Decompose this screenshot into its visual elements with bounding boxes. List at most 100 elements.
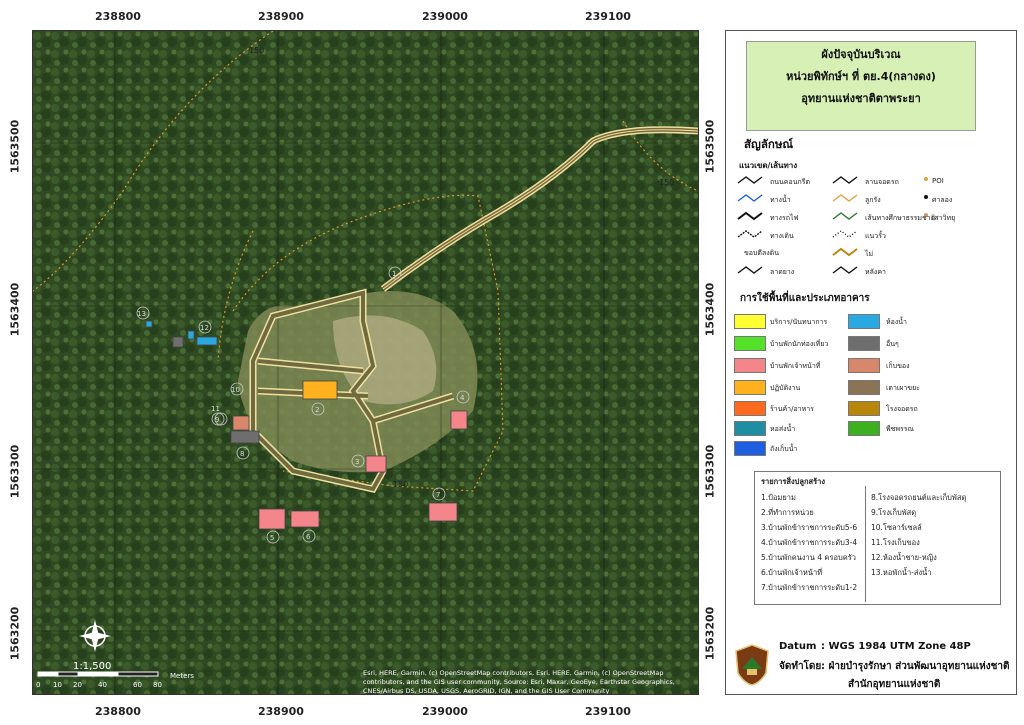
landuse-swatch	[848, 401, 880, 416]
legend-line-item: เสาวิทยุ	[932, 214, 956, 222]
building-restroom[interactable]	[187, 330, 195, 340]
building-other[interactable]	[172, 336, 184, 348]
legend-line-item: ทางรถไฟ	[770, 214, 799, 222]
building-item: 2.ที่ทำการหน่วย	[761, 508, 814, 517]
buildings-divider	[865, 486, 866, 602]
y-coord-label: 1563500	[703, 119, 717, 174]
building-item: 6.บ้านพักเจ้าหน้าที่	[761, 568, 823, 577]
legend-line-item: แนวรั้ว	[865, 232, 886, 240]
legend-panel: ผังปัจจุบันบริเวณ หน่วยพิทักษ์ฯ ที่ ตย.4…	[725, 30, 1017, 695]
made-by-value: : ฝ่ายบำรุงรักษา ส่วนพัฒนาอุทยานแห่งชาติ	[821, 661, 1010, 672]
y-coord-label: 1563500	[8, 119, 22, 174]
x-coord-label: 238800	[95, 705, 141, 718]
building-item: 9.โรงเก็บพัสดุ	[871, 508, 917, 517]
building-storage[interactable]	[232, 415, 250, 431]
x-coord-label: 239100	[585, 705, 631, 718]
marker-label: 3	[355, 458, 359, 466]
office-name: สำนักอุทยานแห่งชาติ	[848, 679, 941, 690]
landuse-swatch	[734, 380, 766, 395]
building-staff[interactable]	[290, 510, 320, 528]
marker-label: 10	[231, 386, 240, 394]
legend-line-item: ลาดยาง	[770, 268, 795, 276]
y-coord-label: 1563400	[8, 282, 22, 337]
landuse-label: อื่นๆ	[886, 340, 899, 348]
building-item: 7.บ้านพักข้าราชการระดับ1-2	[761, 583, 858, 592]
landuse-label: บ้านพักนักท่องเที่ยว	[770, 340, 829, 348]
building-office[interactable]	[302, 380, 338, 400]
marker-label: 13	[137, 310, 146, 318]
landuse-label: บริการ/นันทนาการ	[770, 318, 828, 326]
marker-label: 6	[306, 533, 311, 541]
building-workers[interactable]	[258, 508, 286, 530]
y-coord-label: 1563400	[703, 282, 717, 337]
building-staff-1-2[interactable]	[428, 502, 458, 522]
landuse-swatch	[848, 314, 880, 329]
marker-label: 9	[215, 416, 219, 424]
landuse-heading: การใช้พื้นที่และประเภทอาคาร	[740, 293, 870, 304]
marker-label: 5	[270, 534, 274, 542]
satellite-map[interactable]: 1 2 3 4 5 6 7 8 9 10 11 12 13 150 150 15…	[33, 31, 698, 694]
x-coord-label: 238800	[95, 10, 141, 23]
legend-line-item: ลานจอดรถ	[865, 178, 899, 186]
building-water-tank[interactable]	[145, 320, 153, 328]
y-coord-label: 1563300	[8, 444, 22, 499]
building-staff-5-6[interactable]	[365, 455, 387, 473]
building-solar[interactable]	[230, 430, 260, 444]
building-staff-3-4[interactable]	[450, 410, 468, 430]
landuse-swatch	[848, 380, 880, 395]
map-frame[interactable]: 1 2 3 4 5 6 7 8 9 10 11 12 13 150 150 15…	[32, 30, 699, 695]
x-coord-label: 239000	[422, 10, 468, 23]
x-coord-label: 238900	[258, 705, 304, 718]
map-title-line2: หน่วยพิทักษ์ฯ ที่ ตย.4(กลางดง)	[786, 70, 936, 83]
legend-line-item: POI	[932, 177, 944, 185]
legend-line-item: ขอบตีลงดิน	[744, 249, 780, 257]
building-item: 12.ห้องน้ำชาย-หญิง	[871, 553, 937, 562]
scale-unit: Meters	[170, 672, 194, 680]
contour-label: 150	[659, 178, 674, 187]
legend-heading: สัญลักษณ์	[744, 137, 794, 151]
landuse-label: ร้านค้า/อาหาร	[770, 405, 814, 413]
building-restroom[interactable]	[196, 336, 218, 346]
scale-tick: 0	[36, 681, 40, 689]
x-coord-label: 239100	[585, 10, 631, 23]
building-item: 3.บ้านพักข้าราชการระดับ5-6	[761, 523, 858, 532]
y-coord-label: 1563200	[703, 606, 717, 661]
legend-line-item: เส้นทางศึกษาธรรมชาติ	[865, 214, 936, 222]
scale-ratio: 1:1,500	[73, 661, 111, 672]
marker-label: 4	[460, 394, 465, 402]
marker-label: 2	[315, 406, 319, 414]
building-item: 4.บ้านพักข้าราชการระดับ3-4	[761, 538, 858, 547]
building-item: 1.ป้อมยาม	[761, 493, 796, 502]
x-coord-label: 239000	[422, 705, 468, 718]
landuse-swatch	[734, 401, 766, 416]
map-title-box: ผังปัจจุบันบริเวณ หน่วยพิทักษ์ฯ ที่ ตย.4…	[746, 41, 976, 131]
building-item: 8.โรงจอดรถยนต์และเก็บพัสดุ	[871, 493, 967, 502]
x-coord-label: 238900	[258, 10, 304, 23]
landuse-swatch	[848, 336, 880, 351]
scale-tick: 60	[133, 681, 142, 689]
made-by-label: จัดทำโดย	[779, 661, 822, 672]
map-title-line1: ผังปัจจุบันบริเวณ	[821, 48, 901, 61]
landuse-swatch	[734, 421, 766, 436]
landuse-label: หอส่งน้ำ	[770, 425, 796, 433]
contour-label: 150	[249, 46, 264, 55]
legend-line-item: ถนนคอนกรีต	[770, 178, 811, 186]
buildings-heading: รายการสิ่งปลูกสร้าง	[761, 477, 826, 486]
y-coord-label: 1563300	[703, 444, 717, 499]
building-item: 11.โรงเก็บของ	[871, 538, 920, 547]
landuse-swatch	[734, 336, 766, 351]
scale-tick: 80	[153, 681, 162, 689]
landuse-label: เตาเผาขยะ	[886, 384, 920, 392]
landuse-swatch	[734, 314, 766, 329]
datum-value: : WGS 1984 UTM Zone 48P	[821, 641, 971, 652]
landuse-swatch	[848, 421, 880, 436]
landuse-label: เก็บของ	[886, 362, 910, 370]
legend-line-item: ทางน้ำ	[770, 196, 791, 204]
landuse-swatch	[734, 441, 766, 456]
map-title-line3: อุทยานแห่งชาติตาพระยา	[801, 92, 921, 105]
scale-tick: 20	[73, 681, 82, 689]
building-item: 10.โซลาร์เซลล์	[871, 523, 922, 532]
building-item: 5.บ้านพักคนงาน 4 ครอบครัว	[761, 553, 856, 562]
contour-label: 150	[393, 480, 408, 489]
legend-line-item: ไม่	[865, 250, 874, 258]
